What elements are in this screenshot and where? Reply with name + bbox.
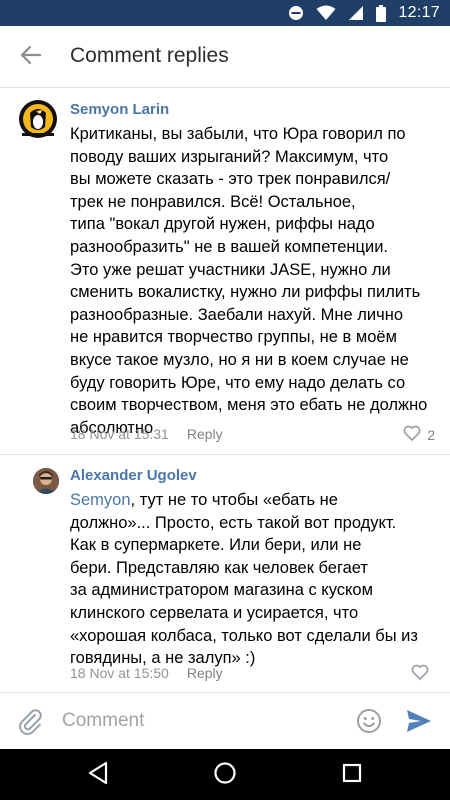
send-icon — [405, 710, 433, 738]
like-button[interactable]: 2 — [403, 425, 435, 444]
comment-text-line: за администратором магазина с куском — [70, 581, 373, 600]
comment-item: Semyon Larin Критиканы, вы забыли, что Ю… — [0, 89, 450, 454]
like-count: 2 — [427, 426, 435, 443]
comment-date: 18 Nov at 15:31 — [70, 426, 169, 442]
system-nav-bar — [0, 749, 450, 800]
comments-list: Semyon Larin Критиканы, вы забыли, что Ю… — [0, 89, 450, 692]
comment-text-line: «хорошая колбаса, только вот сделали бы … — [70, 626, 418, 645]
comment-item: Alexander Ugolev Semyon, тут не то чтобы… — [0, 455, 450, 692]
comment-input[interactable] — [62, 703, 342, 739]
heart-icon — [411, 664, 429, 683]
nav-home-button[interactable] — [211, 761, 239, 789]
status-icons: 12:17 — [288, 3, 440, 23]
comment-meta: 18 Nov at 15:31 Reply — [70, 426, 223, 442]
paperclip-icon — [16, 709, 46, 741]
nav-back-icon — [87, 761, 109, 790]
comment-text-line: буду говорить Юре, что ему надо делать с… — [70, 373, 406, 392]
dnd-icon — [288, 5, 304, 21]
comment-text-line: своим творчеством, меня это ебать не дол… — [70, 396, 428, 415]
penguins-logo-avatar — [18, 100, 58, 139]
reply-button[interactable]: Reply — [187, 665, 223, 681]
signal-icon — [348, 5, 364, 21]
comment-text-line: вкусе такое музло, но я ни в коем случае… — [70, 350, 409, 369]
nav-recents-button[interactable] — [338, 761, 366, 789]
comment-text-line: поводу ваших изрыганий? Максимум, что — [70, 147, 389, 166]
comment-text-fragment: , тут не то чтобы «ебать не — [130, 491, 338, 509]
avatar[interactable] — [33, 468, 59, 494]
attach-button[interactable] — [16, 707, 46, 737]
comment-text-line: Как в супермаркете. Или бери, или не — [70, 536, 362, 555]
status-bar: 12:17 — [0, 0, 450, 26]
comment-text-line: не нравится творчество группы, не в моём — [70, 328, 397, 347]
comment-text-line: разнообразить" не в вашей компетенции. — [70, 237, 389, 256]
emoji-button[interactable] — [356, 708, 382, 734]
heart-icon — [403, 425, 421, 444]
nav-home-icon — [213, 761, 237, 790]
send-button[interactable] — [405, 708, 433, 734]
comment-author[interactable]: Alexander Ugolev — [70, 467, 197, 484]
arrow-left-icon — [20, 45, 42, 69]
like-button[interactable] — [411, 664, 435, 683]
status-time: 12:17 — [398, 4, 440, 21]
emoji-icon — [356, 709, 382, 738]
comment-composer — [0, 692, 450, 749]
user-photo-avatar — [33, 468, 59, 494]
battery-icon — [376, 4, 387, 22]
comment-text-line: Это уже решат участники JASE, нужно ли — [70, 260, 391, 279]
nav-back-button[interactable] — [84, 761, 112, 789]
comment-text-line: типа "вокал другой нужен, риффы надо — [70, 215, 375, 234]
avatar[interactable] — [18, 99, 58, 139]
comment-text-line: Критиканы, вы забыли, что Юра говорил по — [70, 125, 406, 143]
comment-text-line: клинского сервелата и усирается, что — [70, 603, 359, 622]
comment-date: 18 Nov at 15:50 — [70, 665, 169, 681]
comment-text: Критиканы, вы забыли, что Юра говорил по… — [70, 123, 435, 439]
reply-button[interactable]: Reply — [187, 426, 223, 442]
page-title: Comment replies — [70, 44, 229, 67]
comment-text-line: разнообразные. Заебали нахуй. Мне лично — [70, 305, 404, 324]
nav-recents-icon — [341, 762, 363, 789]
comment-author[interactable]: Semyon Larin — [70, 101, 169, 118]
comment-text: Semyon, тут не то чтобы «ебать не должно… — [70, 489, 435, 670]
wifi-icon — [316, 5, 336, 21]
comment-text-line: Semyon, тут не то чтобы «ебать не — [70, 489, 435, 512]
back-button[interactable] — [14, 40, 48, 74]
mention-link[interactable]: Semyon — [70, 491, 131, 509]
comment-text-line: должно»... Просто, есть такой вот продук… — [70, 513, 397, 532]
app-bar: Comment replies — [0, 26, 450, 88]
comment-text-line: сменить вокалистку, нужно ли риффы пилит… — [70, 283, 421, 302]
comment-text-line: вы можете сказать - это трек понравился/ — [70, 170, 391, 189]
comment-text-line: бери. Представляю как человек бегает — [70, 558, 368, 577]
comment-meta: 18 Nov at 15:50 Reply — [70, 665, 223, 681]
comment-text-line: трек не понравился. Всё! Остальное, — [70, 192, 356, 211]
